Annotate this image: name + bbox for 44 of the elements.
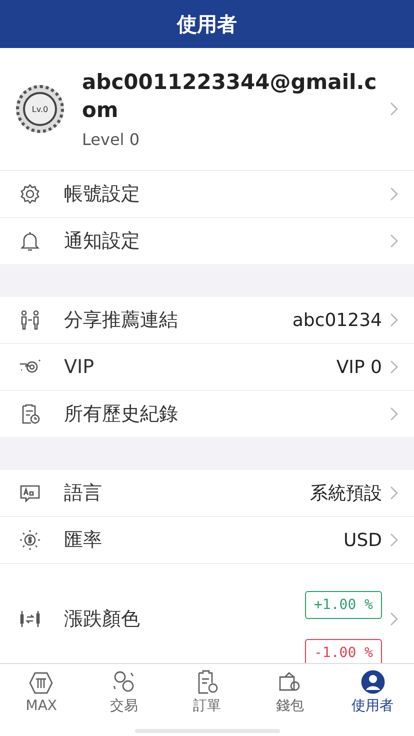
user-icon [360,669,386,695]
chevron-icon [390,533,398,547]
chevron-icon [390,407,398,421]
setting-value: USD [344,530,382,550]
settings-row[interactable]: 所有歷史紀錄 [0,391,414,437]
chevron-icon [390,102,398,116]
setting-value: 系統預設 [310,482,382,505]
setting-label: 語言 [64,481,103,506]
setting-label: 通知設定 [64,229,141,254]
chevron-icon [390,486,398,500]
profile-row[interactable]: Lv.0 abc0011223344@gmail.com Level 0 [0,48,414,171]
bell-icon [18,229,42,253]
tab-bar-item[interactable]: 交易 [82,664,166,720]
tab-bar-item[interactable]: 使用者 [331,664,414,720]
chevron-icon [390,612,398,626]
gear-icon [18,182,42,206]
page-title: 使用者 [177,10,237,38]
settings-row[interactable]: 通知設定 [0,218,414,264]
settings-row[interactable]: 匯率 USD [0,517,414,564]
setting-value: abc01234 [292,310,382,330]
tab-bar-item[interactable]: MAX [0,664,83,720]
settings-row[interactable]: 帳號設定 [0,171,414,218]
settings-row[interactable]: 分享推薦連結 abc01234 [0,297,414,344]
setting-label: 帳號設定 [64,182,141,207]
setting-label: VIP [64,356,96,378]
hexagon-icon [28,670,54,696]
account-level: Level 0 [82,130,140,149]
dollar-sun-icon [18,528,42,552]
setting-value: VIP 0 [336,356,382,378]
chevron-icon [390,187,398,201]
settings-row[interactable]: VIP VIP 0 [0,344,414,391]
account-email: abc0011223344@gmail.com [82,69,378,124]
setting-label: 漲跌顏色 [64,607,141,632]
chevron-icon [390,360,398,374]
chevron-icon [390,313,398,327]
setting-label: 所有歷史紀錄 [64,402,179,427]
tab-bar-item[interactable]: 訂單 [166,664,248,720]
chevron-icon [390,234,398,248]
setting-label: 分享推薦連結 [64,308,179,333]
tab-bar-item[interactable]: 錢包 [248,664,332,720]
setting-label: 匯率 [64,528,103,553]
settings-row[interactable]: 語言 系統預設 [0,470,414,517]
level-badge-text: Lv.0 [32,104,48,114]
change-color-badge: +1.00 % [304,591,382,619]
